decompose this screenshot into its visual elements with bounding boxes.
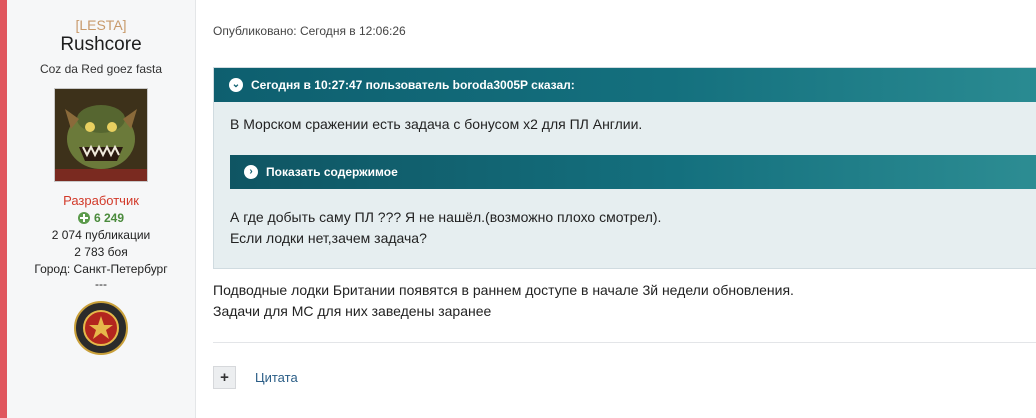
spoiler-toggle[interactable]: › Показать содержимое [230, 155, 1036, 189]
chevron-down-icon[interactable]: ⌄ [229, 78, 243, 92]
author-battles: 2 783 боя [74, 245, 128, 259]
star-medal-icon [74, 301, 128, 355]
multiquote-add-button[interactable]: + [213, 366, 236, 389]
quote-header-text: Сегодня в 10:27:47 пользователь boroda30… [251, 78, 575, 92]
quote-line-1: В Морском сражении есть задача с бонусом… [230, 116, 643, 132]
author-motto: Coz da Red goez fasta [39, 62, 163, 76]
post-answer: Подводные лодки Британии появятся в ранн… [213, 280, 794, 322]
post-content: Опубликовано: Сегодня в 12:06:26 ⌄ Сегод… [213, 0, 1036, 418]
reputation-value: 6 249 [93, 211, 125, 225]
quote-block: ⌄ Сегодня в 10:27:47 пользователь boroda… [213, 67, 1036, 269]
author-reputation: 6 249 [7, 211, 195, 225]
spoiler-label: Показать содержимое [266, 165, 398, 179]
plus-circle-icon [77, 212, 90, 224]
post-published-date[interactable]: Опубликовано: Сегодня в 12:06:26 [213, 24, 406, 38]
author-city: Город: Санкт-Петербург [34, 262, 168, 276]
avatar[interactable] [54, 88, 148, 182]
author-extra: --- [95, 277, 107, 291]
author-posts: 2 074 публикации [51, 228, 151, 242]
quote-line-2: А где добыть саму ПЛ ??? Я не нашёл.(воз… [230, 209, 662, 225]
quote-followup: А где добыть саму ПЛ ??? Я не нашёл.(воз… [214, 189, 1036, 249]
author-role: Разработчик [63, 193, 139, 208]
answer-line-2: Задачи для МС для них заведены заранее [213, 303, 492, 319]
author-group-tag: [LESTA] [75, 17, 127, 33]
chevron-right-icon: › [244, 165, 258, 179]
quote-button[interactable]: Цитата [255, 370, 298, 385]
author-sidebar: [LESTA] Rushcore Coz da Red goez fasta Р… [7, 0, 196, 418]
post-divider [213, 342, 1036, 343]
quote-header[interactable]: ⌄ Сегодня в 10:27:47 пользователь boroda… [214, 68, 1036, 102]
quote-line-3: Если лодки нет,зачем задача? [230, 230, 427, 246]
answer-line-1: Подводные лодки Британии появятся в ранн… [213, 282, 794, 298]
author-name[interactable]: Rushcore [7, 34, 195, 56]
left-accent-stripe [0, 0, 7, 418]
